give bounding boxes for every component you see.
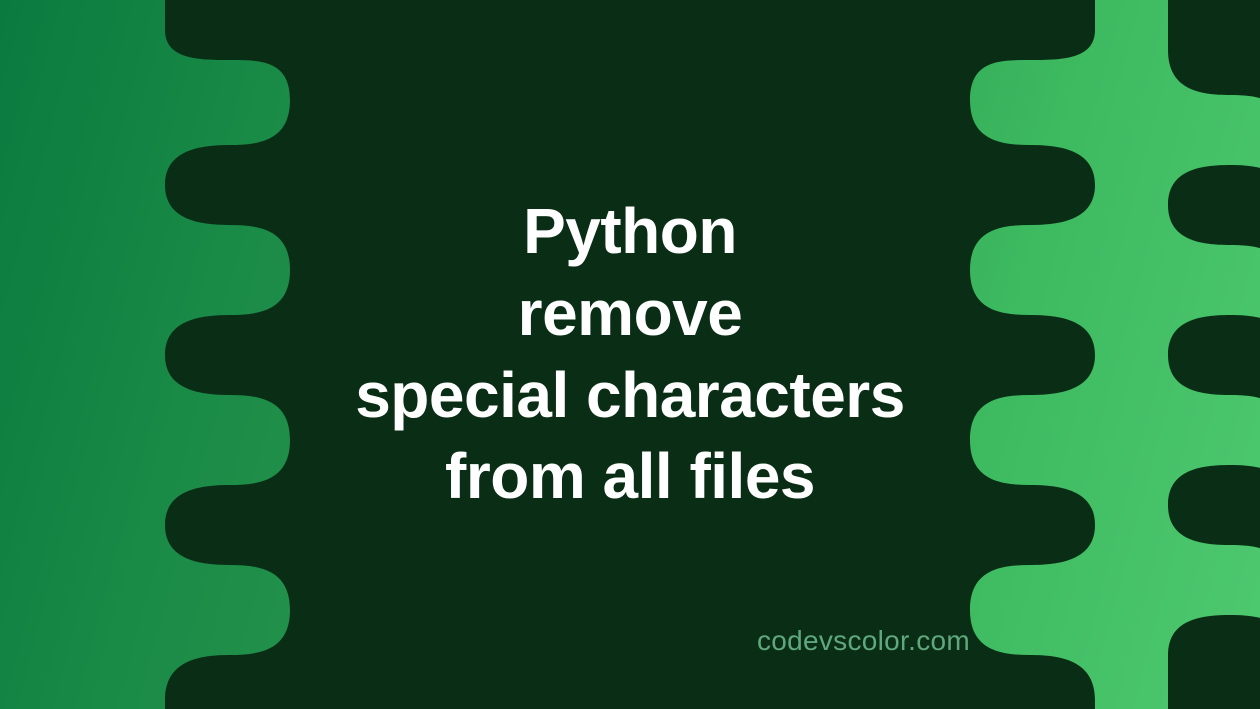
title-line-4: from all files [355,436,905,518]
title-line-3: special characters [355,355,905,437]
title-line-1: Python [355,191,905,273]
title-line-2: remove [355,273,905,355]
banner-container: Python remove special characters from al… [0,0,1260,709]
attribution-text: codevscolor.com [757,625,970,657]
text-container: Python remove special characters from al… [0,0,1260,709]
banner-title: Python remove special characters from al… [355,191,905,519]
